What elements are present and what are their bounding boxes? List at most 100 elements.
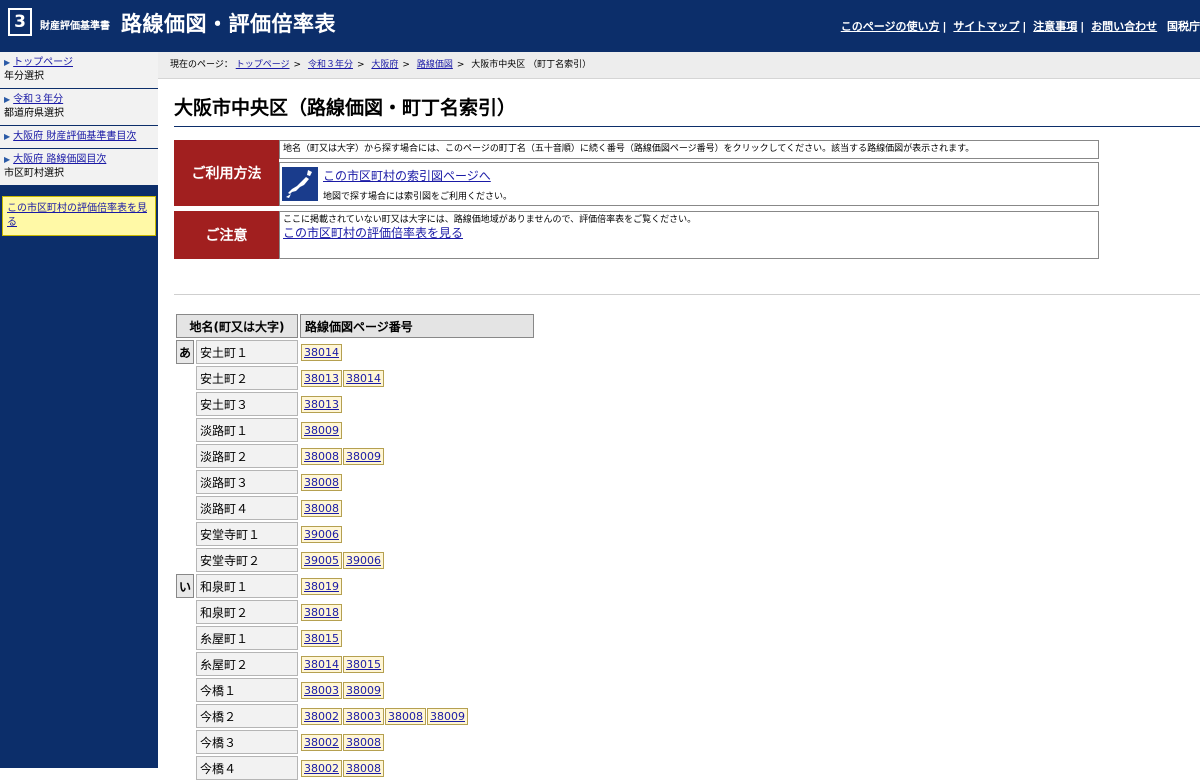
main-content: 現在のページ： トップページ > 令和３年分 > 大阪府 > 路線価図 > 大阪市中央区… [158, 52, 1200, 780]
page-number-link[interactable]: 38008 [343, 733, 384, 751]
page-links-cell: 39006 [300, 522, 534, 546]
index-map-sub: 地図で探す場合には索引図をご利用ください。 [323, 192, 513, 202]
breadcrumb: 現在のページ： トップページ > 令和３年分 > 大阪府 > 路線価図 > 大阪市中央区… [158, 52, 1200, 79]
sidebar-multiplier-link[interactable]: この市区町村の評価倍率表を見る [7, 203, 147, 228]
page-links-cell: 38013 38014 [300, 366, 534, 390]
header-place-name: 地名(町又は大字) [176, 314, 298, 338]
table-row: 和泉町２ 38018 [176, 600, 534, 624]
place-name: 淡路町４ [196, 496, 298, 520]
sidebar: ▶ トップページ 年分選択 ▶ 令和３年分 都道府県選択 ▶ 大阪府 財産評価基準書目… [0, 52, 158, 768]
table-row: 安土町３ 38013 [176, 392, 534, 416]
usage-label: ご利用方法 [174, 140, 279, 206]
japan-map-icon [282, 167, 318, 201]
sidebar-link-rosenka[interactable]: 大阪府 路線価図目次 [13, 154, 106, 165]
place-name: 淡路町１ [196, 418, 298, 442]
breadcrumb-link-rosenka[interactable]: 路線価図 [417, 60, 453, 70]
nav-notes-link[interactable]: 注意事項 [1033, 20, 1077, 33]
page-number-link[interactable]: 38009 [427, 707, 468, 725]
page-number-link[interactable]: 38018 [301, 603, 342, 621]
kana-index-empty [176, 392, 194, 416]
page-number-link[interactable]: 38014 [301, 655, 342, 673]
page-number-link[interactable]: 38009 [343, 447, 384, 465]
page-links-cell: 38014 38015 [300, 652, 534, 676]
kana-index-empty [176, 444, 194, 468]
place-name: 今橋３ [196, 730, 298, 754]
table-row: 淡路町２ 38008 38009 [176, 444, 534, 468]
breadcrumb-link-year[interactable]: 令和３年分 [308, 60, 353, 70]
page-number-link[interactable]: 38008 [301, 447, 342, 465]
page-links-cell: 38019 [300, 574, 534, 598]
brand-title: 路線価図・評価倍率表 [121, 12, 336, 36]
nav-usage-link[interactable]: このページの使い方 [841, 20, 940, 33]
kana-index-empty [176, 704, 194, 728]
sidebar-link-contents[interactable]: 大阪府 財産評価基準書目次 [13, 131, 136, 142]
caution-multiplier-link[interactable]: この市区町村の評価倍率表を見る [283, 226, 463, 240]
site-name: 国税庁 [1167, 20, 1200, 33]
page-number-link[interactable]: 39005 [301, 551, 342, 569]
page-number-link[interactable]: 38015 [301, 629, 342, 647]
page-number-link[interactable]: 38008 [385, 707, 426, 725]
page-links-cell: 38003 38009 [300, 678, 534, 702]
page-number-link[interactable]: 38019 [301, 577, 342, 595]
page-title: 大阪市中央区（路線価図・町丁名索引） [174, 93, 1200, 127]
site-header: 3 財産評価基準書 路線価図・評価倍率表 このページの使い方 | サイトマップ | … [0, 0, 1200, 52]
page-number-link[interactable]: 38008 [343, 759, 384, 777]
nav-contact-link[interactable]: お問い合わせ [1091, 20, 1157, 33]
page-number-link[interactable]: 38015 [343, 655, 384, 673]
page-number-link[interactable]: 38003 [343, 707, 384, 725]
place-name: 今橋２ [196, 704, 298, 728]
page-links-cell: 38014 [300, 340, 534, 364]
kana-index-empty [176, 730, 194, 754]
triangle-icon: ▶ [4, 132, 11, 141]
page-links-cell: 38013 [300, 392, 534, 416]
index-map-box: この市区町村の索引図ページへ 地図で探す場合には索引図をご利用ください。 [279, 162, 1099, 206]
table-row: 淡路町４ 38008 [176, 496, 534, 520]
sidebar-sub: 市区町村選択 [4, 168, 64, 179]
breadcrumb-link-top[interactable]: トップページ [236, 60, 290, 70]
place-name: 和泉町１ [196, 574, 298, 598]
table-row: あ安土町１ 38014 [176, 340, 534, 364]
nav-sitemap-link[interactable]: サイトマップ [953, 20, 1019, 33]
sidebar-item-year: ▶ 令和３年分 都道府県選択 [0, 89, 158, 126]
index-map-link[interactable]: この市区町村の索引図ページへ [323, 169, 491, 183]
kana-index-empty [176, 470, 194, 494]
table-row: 安堂寺町２ 39005 39006 [176, 548, 534, 572]
page-number-link[interactable]: 38014 [301, 343, 342, 361]
breadcrumb-current: 大阪市中央区 （町丁名索引） [471, 60, 592, 70]
breadcrumb-link-pref[interactable]: 大阪府 [371, 60, 398, 70]
table-row: 今橋４ 38002 38008 [176, 756, 534, 780]
place-name: 安堂寺町２ [196, 548, 298, 572]
page-number-link[interactable]: 38008 [301, 473, 342, 491]
page-number-link[interactable]: 38003 [301, 681, 342, 699]
page-number-link[interactable]: 39006 [301, 525, 342, 543]
page-links-cell: 38008 [300, 470, 534, 494]
page-number-link[interactable]: 38002 [301, 707, 342, 725]
page-number-link[interactable]: 38002 [301, 759, 342, 777]
sidebar-sub: 年分選択 [4, 71, 44, 82]
kana-index-empty [176, 652, 194, 676]
sidebar-link-top[interactable]: トップページ [13, 57, 73, 68]
kana-index-label: い [176, 574, 194, 598]
page-number-link[interactable]: 38008 [301, 499, 342, 517]
sidebar-multiplier-link-box: この市区町村の評価倍率表を見る [2, 196, 156, 236]
page-number-link[interactable]: 38002 [301, 733, 342, 751]
page-links-cell: 38009 [300, 418, 534, 442]
sidebar-link-year[interactable]: 令和３年分 [13, 94, 63, 105]
triangle-icon: ▶ [4, 155, 11, 164]
page-number-link[interactable]: 38013 [301, 369, 342, 387]
table-row: 安土町２ 38013 38014 [176, 366, 534, 390]
place-name: 安土町２ [196, 366, 298, 390]
page-number-link[interactable]: 38014 [343, 369, 384, 387]
page-number-link[interactable]: 38009 [343, 681, 384, 699]
page-number-link[interactable]: 38009 [301, 421, 342, 439]
caution-text: ここに掲載されていない町又は大字には、路線価地域がありませんので、評価倍率表をご… [283, 215, 697, 225]
header-page-number: 路線価図ページ番号 [300, 314, 534, 338]
kana-index-empty [176, 496, 194, 520]
sidebar-sub: 都道府県選択 [4, 108, 64, 119]
table-row: 安堂寺町１ 39006 [176, 522, 534, 546]
brand-small: 財産評価基準書 [40, 21, 110, 32]
page-number-link[interactable]: 38013 [301, 395, 342, 413]
place-name: 今橋１ [196, 678, 298, 702]
usage-text: 地名（町又は大字）から探す場合には、このページの町丁名（五十音順）に続く番号（路… [279, 140, 1099, 159]
page-number-link[interactable]: 39006 [343, 551, 384, 569]
